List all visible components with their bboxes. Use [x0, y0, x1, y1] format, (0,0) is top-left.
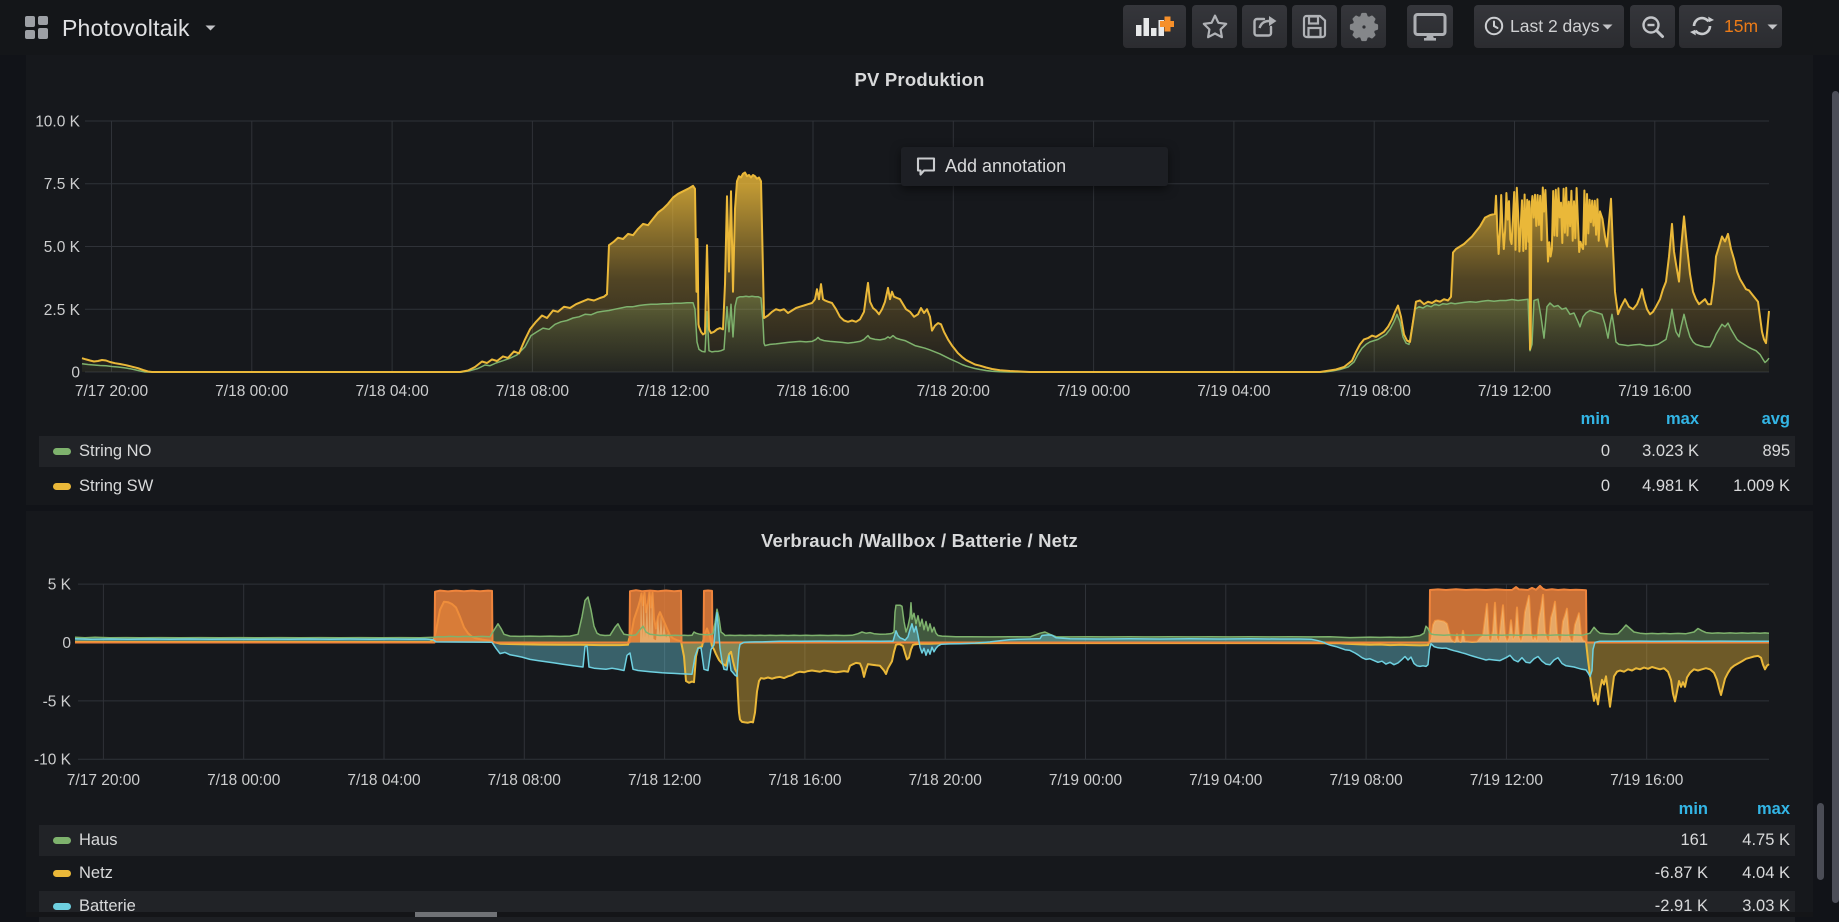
svg-text:7/17 20:00: 7/17 20:00	[67, 772, 141, 789]
svg-text:0: 0	[71, 365, 80, 382]
svg-text:5 K: 5 K	[48, 577, 72, 594]
svg-text:-5 K: -5 K	[43, 693, 72, 710]
svg-text:7/18 00:00: 7/18 00:00	[207, 772, 281, 789]
svg-text:-10 K: -10 K	[34, 752, 72, 769]
svg-text:7.5 K: 7.5 K	[44, 176, 81, 193]
svg-text:7/18 16:00: 7/18 16:00	[768, 772, 842, 789]
svg-text:7/19 04:00: 7/19 04:00	[1189, 772, 1263, 789]
svg-text:7/18 16:00: 7/18 16:00	[776, 383, 850, 400]
svg-text:7/19 04:00: 7/19 04:00	[1197, 383, 1271, 400]
svg-text:7/18 04:00: 7/18 04:00	[347, 772, 421, 789]
svg-text:7/19 00:00: 7/19 00:00	[1049, 772, 1123, 789]
svg-text:7/18 12:00: 7/18 12:00	[628, 772, 702, 789]
svg-text:7/18 20:00: 7/18 20:00	[909, 772, 983, 789]
svg-text:10.0 K: 10.0 K	[35, 114, 80, 131]
svg-text:7/19 12:00: 7/19 12:00	[1470, 772, 1544, 789]
svg-text:7/18 12:00: 7/18 12:00	[636, 383, 710, 400]
svg-text:7/18 08:00: 7/18 08:00	[488, 772, 562, 789]
svg-text:7/18 04:00: 7/18 04:00	[355, 383, 429, 400]
svg-text:7/19 00:00: 7/19 00:00	[1057, 383, 1131, 400]
svg-text:7/18 20:00: 7/18 20:00	[917, 383, 991, 400]
svg-text:7/19 08:00: 7/19 08:00	[1338, 383, 1412, 400]
svg-text:7/18 00:00: 7/18 00:00	[215, 383, 289, 400]
svg-text:7/19 12:00: 7/19 12:00	[1478, 383, 1552, 400]
svg-text:7/19 08:00: 7/19 08:00	[1329, 772, 1403, 789]
svg-text:0: 0	[62, 635, 71, 652]
svg-text:5.0 K: 5.0 K	[44, 239, 81, 256]
svg-text:7/18 08:00: 7/18 08:00	[496, 383, 570, 400]
svg-text:7/19 16:00: 7/19 16:00	[1618, 383, 1692, 400]
svg-text:2.5 K: 2.5 K	[44, 302, 81, 319]
svg-text:7/17 20:00: 7/17 20:00	[75, 383, 149, 400]
svg-text:7/19 16:00: 7/19 16:00	[1610, 772, 1684, 789]
